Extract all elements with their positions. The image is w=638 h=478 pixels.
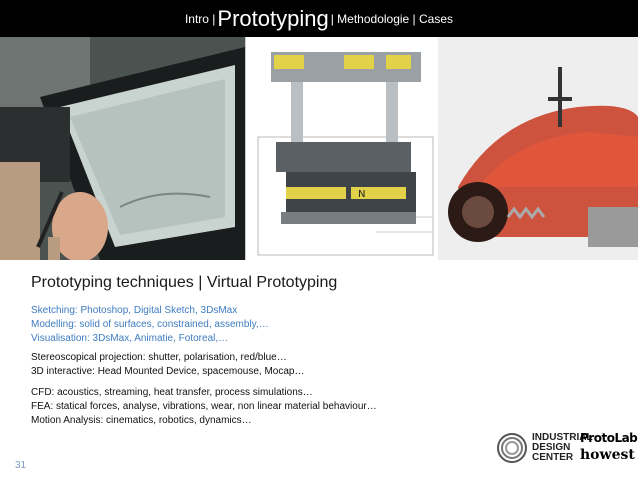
photo-cad-assembly: N	[245, 37, 439, 260]
text-line: Sketching: Photoshop, Digital Sketch, 3D…	[31, 305, 238, 316]
text-line: FEA: statical forces, analyse, vibration…	[31, 401, 377, 412]
page-number: 31	[15, 460, 27, 471]
top-navigation-bar: Intro | Prototyping | Methodologie | Cas…	[0, 0, 638, 37]
protolab-howest-logo: ProtoLab howest	[580, 431, 638, 463]
text-line: Modelling: solid of surfaces, constraine…	[31, 319, 269, 330]
nav-rest[interactable]: | Methodologie | Cases	[331, 12, 453, 26]
svg-text:N: N	[358, 189, 365, 200]
projection-list: Stereoscopical projection: shutter, pola…	[31, 351, 304, 379]
text-line: CFD: acoustics, streaming, heat transfer…	[31, 387, 313, 398]
nav-prototyping-current[interactable]: Prototyping	[217, 6, 328, 32]
text-line: Stereoscopical projection: shutter, pola…	[31, 352, 287, 363]
idc-swirl-icon	[497, 433, 527, 463]
photo-digital-sketch	[0, 37, 245, 260]
software-list: Sketching: Photoshop, Digital Sketch, 3D…	[31, 304, 269, 346]
slide-heading: Prototyping techniques | Virtual Prototy…	[31, 274, 338, 291]
howest-logo-text: howest	[580, 447, 635, 463]
text-line: Visualisation: 3DsMax, Animatie, Fotorea…	[31, 333, 229, 344]
text-line: 3D interactive: Head Mounted Device, spa…	[31, 366, 305, 377]
text-line: Motion Analysis: cinematics, robotics, d…	[31, 415, 252, 426]
nav-intro[interactable]: Intro |	[185, 12, 215, 26]
protolab-logo-text: ProtoLab	[580, 431, 638, 445]
photo-car-render	[438, 37, 638, 260]
photo-strip: N	[0, 37, 638, 260]
simulation-list: CFD: acoustics, streaming, heat transfer…	[31, 386, 377, 428]
industrial-design-center-logo: INDUSTRIAL DESIGN CENTER	[496, 432, 593, 464]
